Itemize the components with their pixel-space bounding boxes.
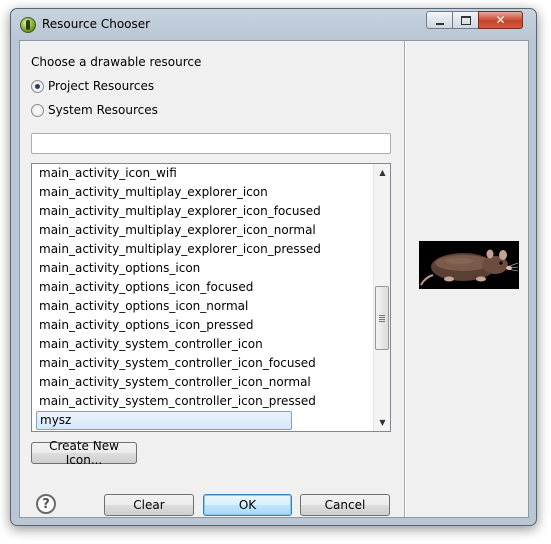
list-item[interactable]: main_activity_multiplay_explorer_icon_fo…	[32, 202, 372, 221]
list-item[interactable]: main_activity_multiplay_explorer_icon_no…	[32, 221, 372, 240]
list-item[interactable]: main_activity_multiplay_explorer_icon_pr…	[32, 240, 372, 259]
list-item-selected[interactable]: mysz	[36, 411, 292, 430]
radio-project-resources[interactable]: Project Resources	[31, 77, 154, 95]
ok-button[interactable]: OK	[203, 494, 292, 516]
resource-chooser-window: Resource Chooser ✕ Choose a drawable res…	[10, 8, 537, 526]
resource-list[interactable]: main_activity_icon_wifi main_activity_mu…	[31, 163, 391, 432]
create-new-icon-button[interactable]: Create New Icon...	[31, 439, 137, 467]
radio-label: System Resources	[48, 103, 158, 117]
list-item[interactable]: main_activity_multiplay_explorer_icon	[32, 183, 372, 202]
filter-input[interactable]	[31, 133, 391, 154]
list-item[interactable]: main_activity_system_controller_icon_nor…	[32, 373, 372, 392]
resource-list-items: main_activity_icon_wifi main_activity_mu…	[32, 164, 372, 430]
minimize-button[interactable]	[426, 11, 453, 29]
scroll-up-icon[interactable]: ▲	[374, 164, 390, 181]
list-item[interactable]: main_activity_system_controller_icon	[32, 335, 372, 354]
radio-system-resources[interactable]: System Resources	[31, 101, 158, 119]
left-panel: Choose a drawable resource Project Resou…	[20, 41, 403, 517]
maximize-icon	[460, 15, 471, 25]
clear-button[interactable]: Clear	[104, 494, 194, 516]
close-icon: ✕	[495, 13, 506, 27]
preview-image	[419, 241, 519, 289]
minimize-icon	[435, 22, 444, 25]
list-item[interactable]: main_activity_icon_wifi	[32, 164, 372, 183]
panel-divider[interactable]	[404, 41, 405, 517]
grip-icon	[379, 314, 385, 322]
title-bar[interactable]: Resource Chooser ✕	[11, 9, 536, 41]
list-item[interactable]: main_activity_options_icon_pressed	[32, 316, 372, 335]
dialog-heading: Choose a drawable resource	[31, 55, 202, 69]
list-item[interactable]: main_activity_options_icon_focused	[32, 278, 372, 297]
radio-label: Project Resources	[48, 79, 155, 93]
window-title: Resource Chooser	[42, 17, 151, 31]
close-button[interactable]: ✕	[478, 11, 523, 29]
scrollbar-thumb[interactable]	[375, 286, 389, 350]
radio-button[interactable]	[31, 103, 44, 117]
rat-image-icon	[419, 241, 519, 289]
maximize-button[interactable]	[452, 11, 479, 29]
cancel-button[interactable]: Cancel	[300, 494, 390, 516]
list-item[interactable]: main_activity_system_controller_icon_foc…	[32, 354, 372, 373]
dialog-body: Choose a drawable resource Project Resou…	[19, 40, 529, 518]
list-item[interactable]: main_activity_options_icon	[32, 259, 372, 278]
list-scrollbar[interactable]: ▲ ▼	[373, 164, 390, 431]
app-icon	[20, 17, 36, 33]
list-item[interactable]: main_activity_system_controller_icon_pre…	[32, 392, 372, 411]
radio-button-checked[interactable]	[31, 79, 44, 93]
help-icon[interactable]: ?	[36, 494, 56, 514]
list-item[interactable]: main_activity_options_icon_normal	[32, 297, 372, 316]
scroll-down-icon[interactable]: ▼	[374, 414, 390, 431]
